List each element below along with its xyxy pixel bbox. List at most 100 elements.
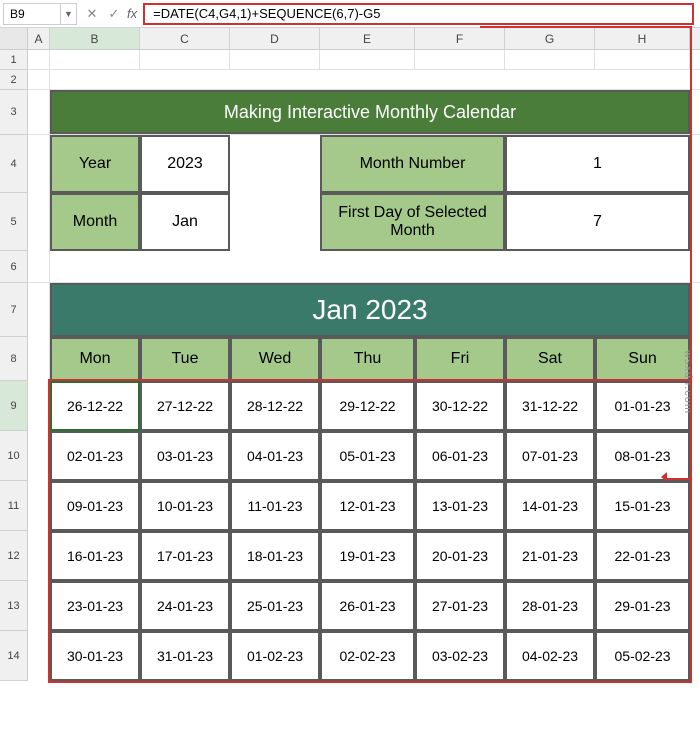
month-value[interactable]: Jan bbox=[140, 193, 230, 251]
row-5[interactable]: 5 bbox=[0, 193, 27, 251]
date-cell[interactable]: 02-01-23 bbox=[50, 431, 140, 481]
accept-formula-icon[interactable]: ✓ bbox=[103, 3, 125, 25]
date-cell[interactable]: 11-01-23 bbox=[230, 481, 320, 531]
date-cell[interactable]: 09-01-23 bbox=[50, 481, 140, 531]
cell[interactable] bbox=[28, 50, 50, 69]
date-cell[interactable]: 03-01-23 bbox=[140, 431, 230, 481]
firstday-value[interactable]: 7 bbox=[505, 193, 690, 251]
date-cell[interactable]: 26-01-23 bbox=[320, 581, 415, 631]
cell[interactable] bbox=[28, 581, 50, 631]
date-cell[interactable]: 05-01-23 bbox=[320, 431, 415, 481]
row-2[interactable]: 2 bbox=[0, 70, 27, 90]
date-cell[interactable]: 27-01-23 bbox=[415, 581, 505, 631]
date-cell[interactable]: 16-01-23 bbox=[50, 531, 140, 581]
name-box[interactable]: B9 bbox=[3, 3, 61, 25]
row-14[interactable]: 14 bbox=[0, 631, 27, 681]
date-cell[interactable]: 03-02-23 bbox=[415, 631, 505, 681]
date-cell[interactable]: 14-01-23 bbox=[505, 481, 595, 531]
grid-area[interactable]: Making Interactive Monthly Calendar Year… bbox=[28, 50, 700, 681]
cell[interactable] bbox=[50, 50, 140, 69]
cell[interactable] bbox=[28, 283, 50, 337]
cell[interactable] bbox=[28, 337, 50, 381]
cell[interactable] bbox=[28, 70, 50, 89]
cell[interactable] bbox=[50, 251, 690, 282]
cell[interactable] bbox=[230, 50, 320, 69]
col-C[interactable]: C bbox=[140, 28, 230, 49]
row-3[interactable]: 3 bbox=[0, 90, 27, 135]
row-9[interactable]: 9 bbox=[0, 381, 27, 431]
date-cell[interactable]: 22-01-23 bbox=[595, 531, 690, 581]
date-cell[interactable]: 28-01-23 bbox=[505, 581, 595, 631]
col-E[interactable]: E bbox=[320, 28, 415, 49]
date-cell[interactable]: 27-12-22 bbox=[140, 381, 230, 431]
date-cell[interactable]: 19-01-23 bbox=[320, 531, 415, 581]
col-F[interactable]: F bbox=[415, 28, 505, 49]
row-6[interactable]: 6 bbox=[0, 251, 27, 283]
row-7[interactable]: 7 bbox=[0, 283, 27, 337]
cell[interactable] bbox=[320, 50, 415, 69]
year-value[interactable]: 2023 bbox=[140, 135, 230, 193]
cell[interactable] bbox=[140, 50, 230, 69]
date-cell[interactable]: 20-01-23 bbox=[415, 531, 505, 581]
cell[interactable] bbox=[50, 70, 690, 89]
cell[interactable] bbox=[28, 481, 50, 531]
date-cell[interactable]: 04-02-23 bbox=[505, 631, 595, 681]
row-12[interactable]: 12 bbox=[0, 531, 27, 581]
fx-icon[interactable]: fx bbox=[127, 6, 137, 21]
col-D[interactable]: D bbox=[230, 28, 320, 49]
col-H[interactable]: H bbox=[595, 28, 690, 49]
date-cell[interactable]: 08-01-23 bbox=[595, 431, 690, 481]
cell[interactable] bbox=[28, 90, 50, 134]
date-cell[interactable]: 10-01-23 bbox=[140, 481, 230, 531]
date-cell[interactable]: 25-01-23 bbox=[230, 581, 320, 631]
date-cell[interactable]: 29-12-22 bbox=[320, 381, 415, 431]
row-8[interactable]: 8 bbox=[0, 337, 27, 381]
row-13[interactable]: 13 bbox=[0, 581, 27, 631]
date-cell[interactable]: 29-01-23 bbox=[595, 581, 690, 631]
date-cell[interactable]: 07-01-23 bbox=[505, 431, 595, 481]
date-cell[interactable]: 18-01-23 bbox=[230, 531, 320, 581]
cell[interactable] bbox=[28, 381, 50, 431]
date-cell[interactable]: 31-12-22 bbox=[505, 381, 595, 431]
date-cell[interactable]: 02-02-23 bbox=[320, 631, 415, 681]
name-box-dropdown[interactable]: ▼ bbox=[61, 3, 77, 25]
cell[interactable] bbox=[28, 135, 50, 193]
date-cell[interactable]: 01-01-23 bbox=[595, 381, 690, 431]
date-cell[interactable]: 30-12-22 bbox=[415, 381, 505, 431]
select-all-corner[interactable] bbox=[0, 28, 28, 49]
date-cell[interactable]: 12-01-23 bbox=[320, 481, 415, 531]
cell[interactable] bbox=[230, 135, 320, 193]
cell[interactable] bbox=[415, 50, 505, 69]
row-1[interactable]: 1 bbox=[0, 50, 27, 70]
monthnum-value[interactable]: 1 bbox=[505, 135, 690, 193]
date-cell[interactable]: 21-01-23 bbox=[505, 531, 595, 581]
date-cell[interactable]: 15-01-23 bbox=[595, 481, 690, 531]
formula-input[interactable]: =DATE(C4,G4,1)+SEQUENCE(6,7)-G5 bbox=[143, 3, 694, 25]
date-cell[interactable]: 31-01-23 bbox=[140, 631, 230, 681]
date-cell[interactable]: 28-12-22 bbox=[230, 381, 320, 431]
date-cell[interactable]: 26-12-22 bbox=[50, 381, 140, 431]
col-B[interactable]: B bbox=[50, 28, 140, 49]
date-cell[interactable]: 01-02-23 bbox=[230, 631, 320, 681]
col-G[interactable]: G bbox=[505, 28, 595, 49]
cell[interactable] bbox=[28, 193, 50, 251]
cell[interactable] bbox=[28, 431, 50, 481]
row-11[interactable]: 11 bbox=[0, 481, 27, 531]
row-4[interactable]: 4 bbox=[0, 135, 27, 193]
col-A[interactable]: A bbox=[28, 28, 50, 49]
cell[interactable] bbox=[505, 50, 595, 69]
date-cell[interactable]: 05-02-23 bbox=[595, 631, 690, 681]
date-cell[interactable]: 13-01-23 bbox=[415, 481, 505, 531]
date-cell[interactable]: 04-01-23 bbox=[230, 431, 320, 481]
cell[interactable] bbox=[230, 193, 320, 251]
cell[interactable] bbox=[595, 50, 690, 69]
cell[interactable] bbox=[28, 631, 50, 681]
date-cell[interactable]: 06-01-23 bbox=[415, 431, 505, 481]
cell[interactable] bbox=[28, 251, 50, 282]
cancel-formula-icon[interactable]: ✕ bbox=[81, 3, 103, 25]
row-10[interactable]: 10 bbox=[0, 431, 27, 481]
date-cell[interactable]: 24-01-23 bbox=[140, 581, 230, 631]
date-cell[interactable]: 30-01-23 bbox=[50, 631, 140, 681]
date-cell[interactable]: 23-01-23 bbox=[50, 581, 140, 631]
cell[interactable] bbox=[28, 531, 50, 581]
